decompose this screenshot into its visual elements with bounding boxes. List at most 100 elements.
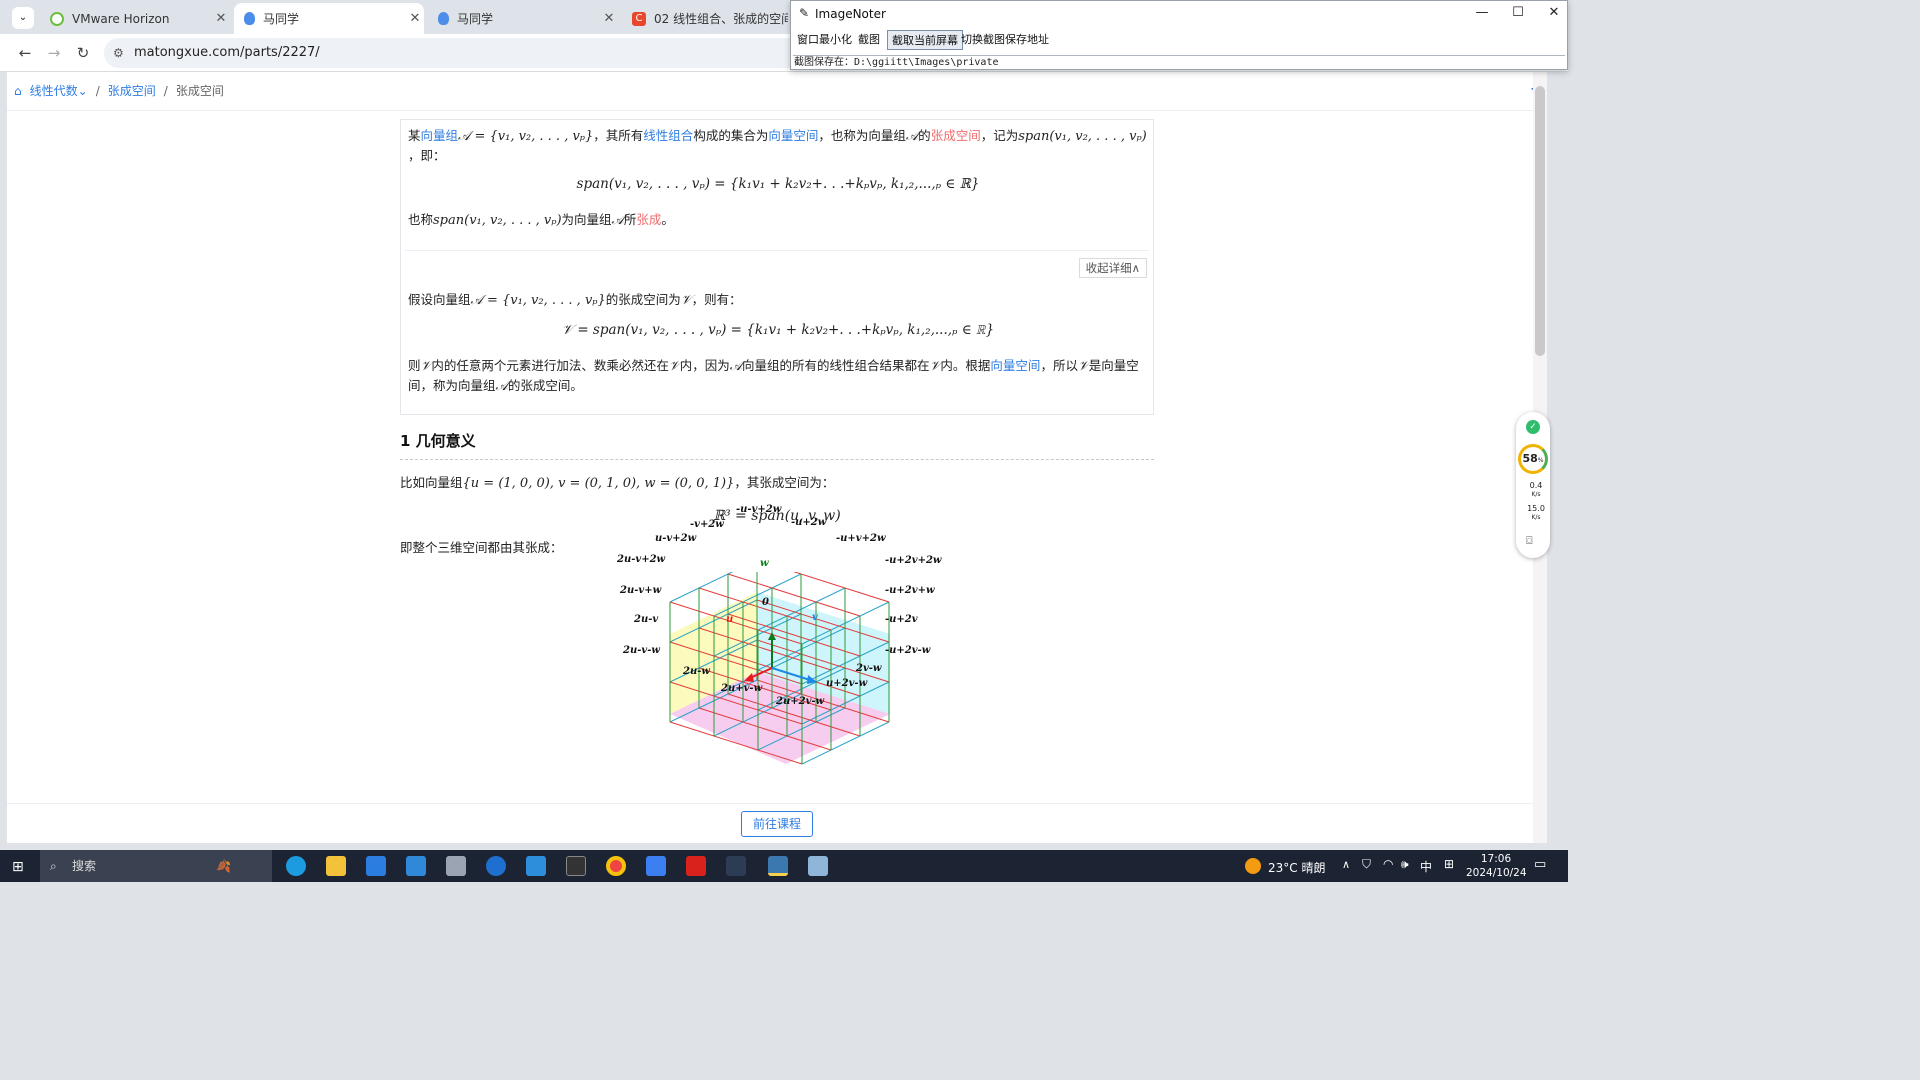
tab-csdn[interactable]: C 02 线性组合、张成的空间与基	[622, 3, 788, 34]
conclusion-paragraph: 则𝒱内的任意两个元素进行加法、数乘必然还在𝒱内，因为𝒜向量组的所有的线性组合结果…	[408, 356, 1148, 396]
vscode-icon[interactable]	[526, 856, 546, 876]
math-V: 𝒱	[680, 293, 692, 308]
download-speed-unit: K/s	[1531, 514, 1541, 521]
url-text: matongxue.com/parts/2227/	[134, 45, 320, 60]
home-icon[interactable]: ⌂	[14, 84, 22, 98]
windows-start-icon[interactable]: ⊞	[12, 859, 24, 875]
text: 向量组的所有的线性组合结果都在	[742, 358, 930, 373]
close-icon[interactable]: ✕	[600, 11, 618, 26]
scrollbar-thumb[interactable]	[1535, 86, 1545, 356]
clock-date: 2024/10/24	[1466, 867, 1527, 879]
upload-speed-value: 0.4	[1529, 481, 1543, 490]
highlight-span: 张成	[636, 212, 662, 227]
text: 构成的集合为	[693, 128, 769, 143]
terminal-icon[interactable]	[566, 856, 586, 876]
link-linear-combination[interactable]: 线性组合	[643, 128, 693, 143]
link-vector-space[interactable]: 向量空间	[768, 128, 818, 143]
close-icon[interactable]: ✕	[212, 11, 230, 26]
definition-paragraph: 某向量组𝒜 = {v₁, v₂, . . . , vₚ}，其所有线性组合构成的集…	[408, 126, 1148, 165]
text: 的张成空间。	[507, 378, 583, 393]
figure-label: 2u-v+2w	[617, 554, 666, 565]
notification-icon[interactable]: ▭	[1534, 857, 1546, 872]
go-to-course-button[interactable]: 前往课程	[741, 811, 813, 837]
imagenoter-window: ✎ ImageNoter — ☐ ✕ 窗口最小化 截图 截取当前屏幕 切换截图保…	[790, 0, 1568, 70]
math-V: 𝒱	[1077, 359, 1089, 374]
text: 的	[918, 128, 931, 143]
minimize-icon[interactable]: —	[1467, 5, 1497, 20]
breadcrumb-root[interactable]: 线性代数⌄	[30, 82, 88, 99]
math-A: 𝒜 = {v₁, v₂, . . . , vₚ}	[470, 293, 606, 308]
clock[interactable]: 17:06 2024/10/24	[1466, 852, 1527, 880]
back-icon[interactable]: ←	[14, 42, 36, 64]
tab-matongxue[interactable]: 马同学 ✕	[428, 3, 618, 34]
whole-space-paragraph: 即整个三维空间都由其张成：	[400, 540, 563, 555]
file-explorer-icon[interactable]	[326, 856, 346, 876]
math-A: 𝒜	[729, 359, 743, 374]
tab-matongxue-active[interactable]: 马同学 ✕	[234, 3, 424, 34]
formula-span-definition: span(v₁, v₂, . . . , vₚ) = {k₁v₁ + k₂v₂+…	[576, 176, 980, 192]
text: 内。根据	[940, 358, 991, 373]
upload-speed-unit: K/s	[1531, 491, 1541, 498]
math-span: span(v₁, v₂, . . . , vₚ)	[1018, 129, 1147, 144]
url-field[interactable]: ⚙ matongxue.com/parts/2227/	[104, 38, 804, 68]
camera-icon[interactable]: ⌼	[1526, 534, 1533, 548]
tab-vmware[interactable]: VMware Horizon ✕	[40, 3, 230, 34]
figure-label: -u+2v+2w	[885, 555, 942, 566]
store-icon[interactable]	[366, 856, 386, 876]
text: 则	[408, 358, 421, 373]
ime-mode-icon[interactable]: ⊞	[1444, 857, 1454, 871]
capture-screen-button[interactable]: 截取当前屏幕	[887, 30, 963, 50]
breadcrumb-mid[interactable]: 张成空间	[108, 82, 156, 99]
edge-icon[interactable]	[286, 856, 306, 876]
taskbar-search[interactable]: ⌕ 搜索 🍂	[40, 850, 272, 882]
download-speed-value: 15.0	[1527, 504, 1545, 513]
defender-icon[interactable]: ⛉	[1362, 857, 1371, 872]
shield-check-icon: ✓	[1526, 420, 1540, 434]
close-icon[interactable]: ✕	[406, 11, 424, 26]
text: ，所以	[1040, 358, 1078, 373]
python-icon[interactable]	[768, 856, 788, 876]
figure-label: -u+v+2w	[836, 533, 886, 544]
span-lattice-figure	[669, 572, 890, 765]
search-app-icon[interactable]	[486, 856, 506, 876]
text: ，其张成空间为：	[734, 475, 835, 490]
math-V: 𝒱	[668, 359, 680, 374]
download-speed: 15.0 K/s	[1524, 505, 1548, 522]
notes-icon[interactable]	[808, 856, 828, 876]
chrome-icon[interactable]	[606, 856, 626, 876]
feishu-icon[interactable]	[646, 856, 666, 876]
figure-label: 0	[762, 597, 769, 608]
system-monitor-widget[interactable]: ✓ 58% 0.4 K/s 15.0 K/s ⌼	[1516, 412, 1550, 558]
switch-save-path-button[interactable]: 切换截图保存地址	[957, 30, 1053, 50]
acrobat-icon[interactable]	[686, 856, 706, 876]
volume-icon[interactable]: 🕪	[1401, 857, 1409, 872]
weather-text[interactable]: 23°C 晴朗	[1268, 859, 1325, 876]
site-info-icon[interactable]: ⚙	[113, 38, 124, 68]
link-vector-set[interactable]: 向量组	[421, 128, 459, 143]
link-vector-space[interactable]: 向量空间	[990, 358, 1040, 373]
tab-list-dropdown[interactable]: ⌄	[12, 7, 34, 29]
mail-icon[interactable]	[406, 856, 426, 876]
figure-label: w	[760, 558, 769, 569]
figure-label: 2u-v+w	[620, 585, 662, 596]
vmware-icon	[50, 11, 64, 26]
reload-icon[interactable]: ↻	[72, 42, 94, 64]
collapse-details-button[interactable]: 收起详细∧	[1078, 258, 1147, 278]
text: ，即：	[408, 148, 446, 163]
section-heading: 1 几何意义	[400, 432, 476, 450]
screenshot-button[interactable]: 截图	[854, 30, 884, 50]
breadcrumb-root-label: 线性代数	[29, 84, 78, 98]
app-icon[interactable]	[446, 856, 466, 876]
maximize-icon[interactable]: ☐	[1503, 5, 1533, 20]
ime-indicator[interactable]: 中	[1420, 858, 1432, 875]
wifi-icon[interactable]: ◠	[1383, 857, 1393, 871]
chevron-up-icon[interactable]: ∧	[1342, 858, 1350, 871]
vmware-taskbar-icon[interactable]	[726, 856, 746, 876]
minimize-window-button[interactable]: 窗口最小化	[793, 30, 856, 50]
math-A: 𝒜	[495, 379, 508, 394]
save-path-text: 截图保存在：D:\ggiitt\Images\private	[793, 55, 1565, 69]
divider	[405, 250, 1149, 251]
close-icon[interactable]: ✕	[1539, 5, 1569, 20]
forward-icon[interactable]: →	[43, 42, 65, 64]
page-content: ⌂ 线性代数⌄ / 张成空间 / 张成空间 ⋖ 某向量组𝒜 = {v₁, v₂,…	[7, 72, 1547, 843]
